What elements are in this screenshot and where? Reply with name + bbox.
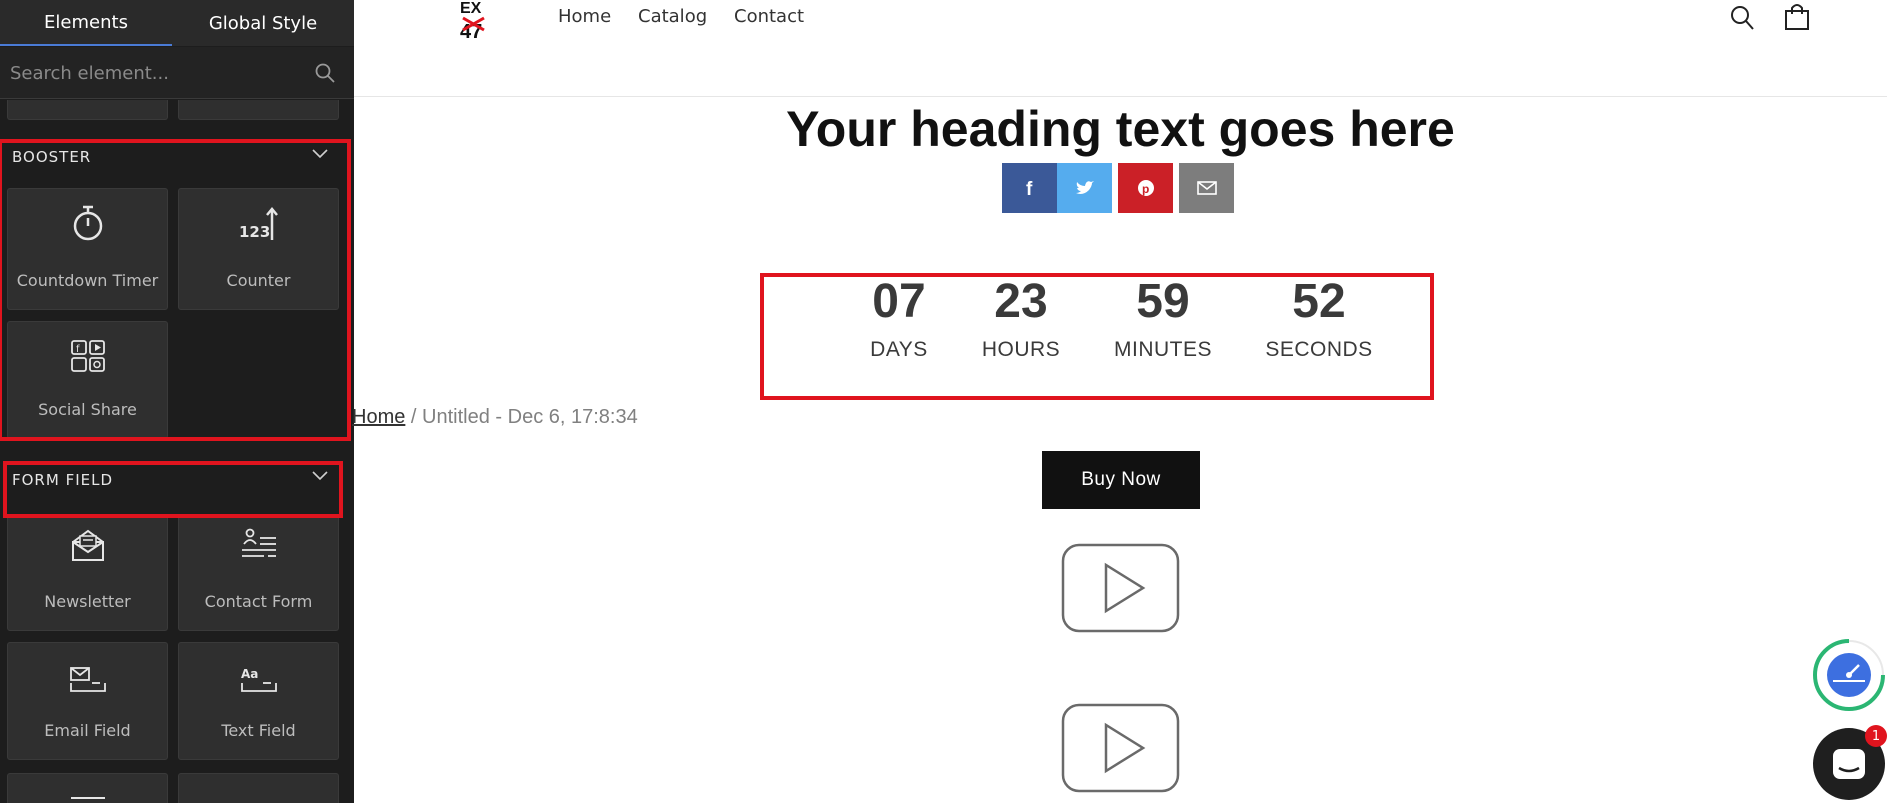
email-field-icon xyxy=(69,667,106,692)
element-card-partial[interactable] xyxy=(178,100,339,120)
tab-elements[interactable]: Elements xyxy=(0,0,172,46)
breadcrumb-current: Untitled - Dec 6, 17:8:34 xyxy=(422,406,638,428)
nav-catalog[interactable]: Catalog xyxy=(638,6,707,27)
search-icon[interactable] xyxy=(314,62,336,84)
element-card-contact-form[interactable]: Contact Form xyxy=(178,515,339,631)
svg-text:EX: EX xyxy=(460,0,482,17)
element-card-partial[interactable] xyxy=(7,100,168,120)
text-field-icon: Aa xyxy=(241,667,277,692)
element-partial-icon xyxy=(70,797,105,799)
svg-text:Aa: Aa xyxy=(241,667,258,681)
element-card-email-field[interactable]: Email Field xyxy=(7,642,168,760)
highlight-box-booster xyxy=(0,139,351,441)
twitter-icon xyxy=(1075,181,1094,194)
breadcrumb: Home / Untitled - Dec 6, 17:8:34 xyxy=(352,406,638,429)
card-label: Newsletter xyxy=(44,592,131,611)
highlight-box-countdown xyxy=(760,273,1434,400)
card-label: Email Field xyxy=(44,721,131,740)
card-label: Contact Form xyxy=(204,592,313,611)
share-button-twitter[interactable] xyxy=(1057,163,1112,213)
share-button-facebook[interactable]: f xyxy=(1002,163,1057,213)
svg-text:f: f xyxy=(1026,179,1033,198)
card-label: Text Field xyxy=(221,721,296,740)
store-logo[interactable]: EX 47 xyxy=(458,0,488,42)
tab-global-style[interactable]: Global Style xyxy=(172,0,354,46)
nav-contact[interactable]: Contact xyxy=(734,6,804,27)
share-button-pinterest[interactable]: p xyxy=(1118,163,1173,213)
buy-now-button[interactable]: Buy Now xyxy=(1042,451,1200,509)
nav-home[interactable]: Home xyxy=(558,6,611,27)
svg-text:p: p xyxy=(1142,182,1149,196)
newsletter-icon xyxy=(71,529,104,561)
element-card-partial[interactable] xyxy=(7,773,168,803)
share-button-email[interactable] xyxy=(1179,163,1234,213)
facebook-icon: f xyxy=(1026,179,1033,198)
element-card-text-field[interactable]: Aa Text Field xyxy=(178,642,339,760)
element-card-partial[interactable] xyxy=(178,773,339,803)
header-divider xyxy=(354,96,1887,97)
speed-booster-widget[interactable] xyxy=(1811,637,1887,713)
element-sidebar: Elements Global Style BOOSTER Countdown … xyxy=(0,0,354,803)
cart-icon[interactable] xyxy=(1783,2,1811,32)
breadcrumb-home-link[interactable]: Home xyxy=(352,406,405,428)
mail-icon xyxy=(1196,181,1217,195)
breadcrumb-separator: / xyxy=(410,406,417,428)
video-play-icon[interactable] xyxy=(1061,703,1180,793)
element-search xyxy=(0,47,354,99)
video-play-icon[interactable] xyxy=(1061,543,1180,633)
contact-form-icon xyxy=(241,528,276,557)
sidebar-tabs: Elements Global Style xyxy=(0,0,354,46)
element-card-newsletter[interactable]: Newsletter xyxy=(7,515,168,631)
pinterest-icon: p xyxy=(1137,180,1154,196)
search-icon[interactable] xyxy=(1729,4,1755,32)
highlight-box-form-field xyxy=(3,461,343,518)
page-heading[interactable]: Your heading text goes here xyxy=(354,100,1887,158)
chat-notification-badge: 1 xyxy=(1865,725,1887,747)
search-input[interactable] xyxy=(10,59,300,87)
